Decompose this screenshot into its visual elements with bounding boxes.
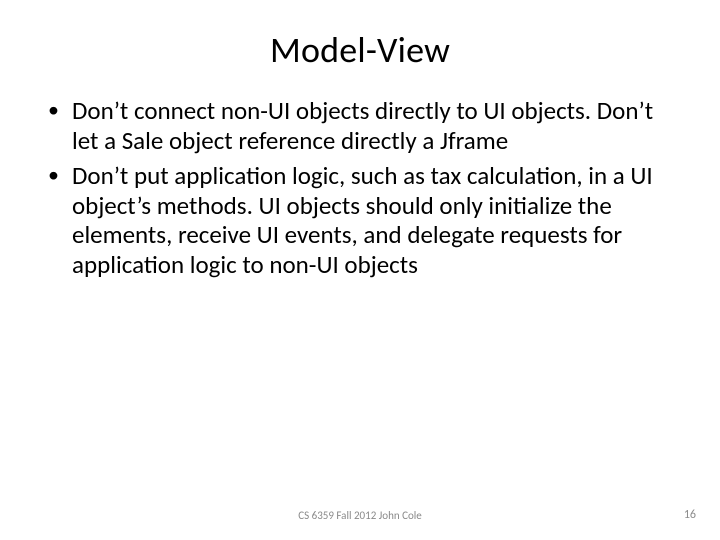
- bullet-list: Don’t connect non-UI objects directly to…: [42, 96, 678, 279]
- list-item: Don’t put application logic, such as tax…: [42, 161, 678, 279]
- slide: Model-View Don’t connect non-UI objects …: [0, 0, 720, 540]
- page-number: 16: [684, 508, 696, 522]
- footer-text: CS 6359 Fall 2012 John Cole: [0, 509, 720, 522]
- list-item: Don’t connect non-UI objects directly to…: [42, 96, 678, 155]
- slide-body: Don’t connect non-UI objects directly to…: [0, 72, 720, 279]
- slide-title: Model-View: [0, 0, 720, 72]
